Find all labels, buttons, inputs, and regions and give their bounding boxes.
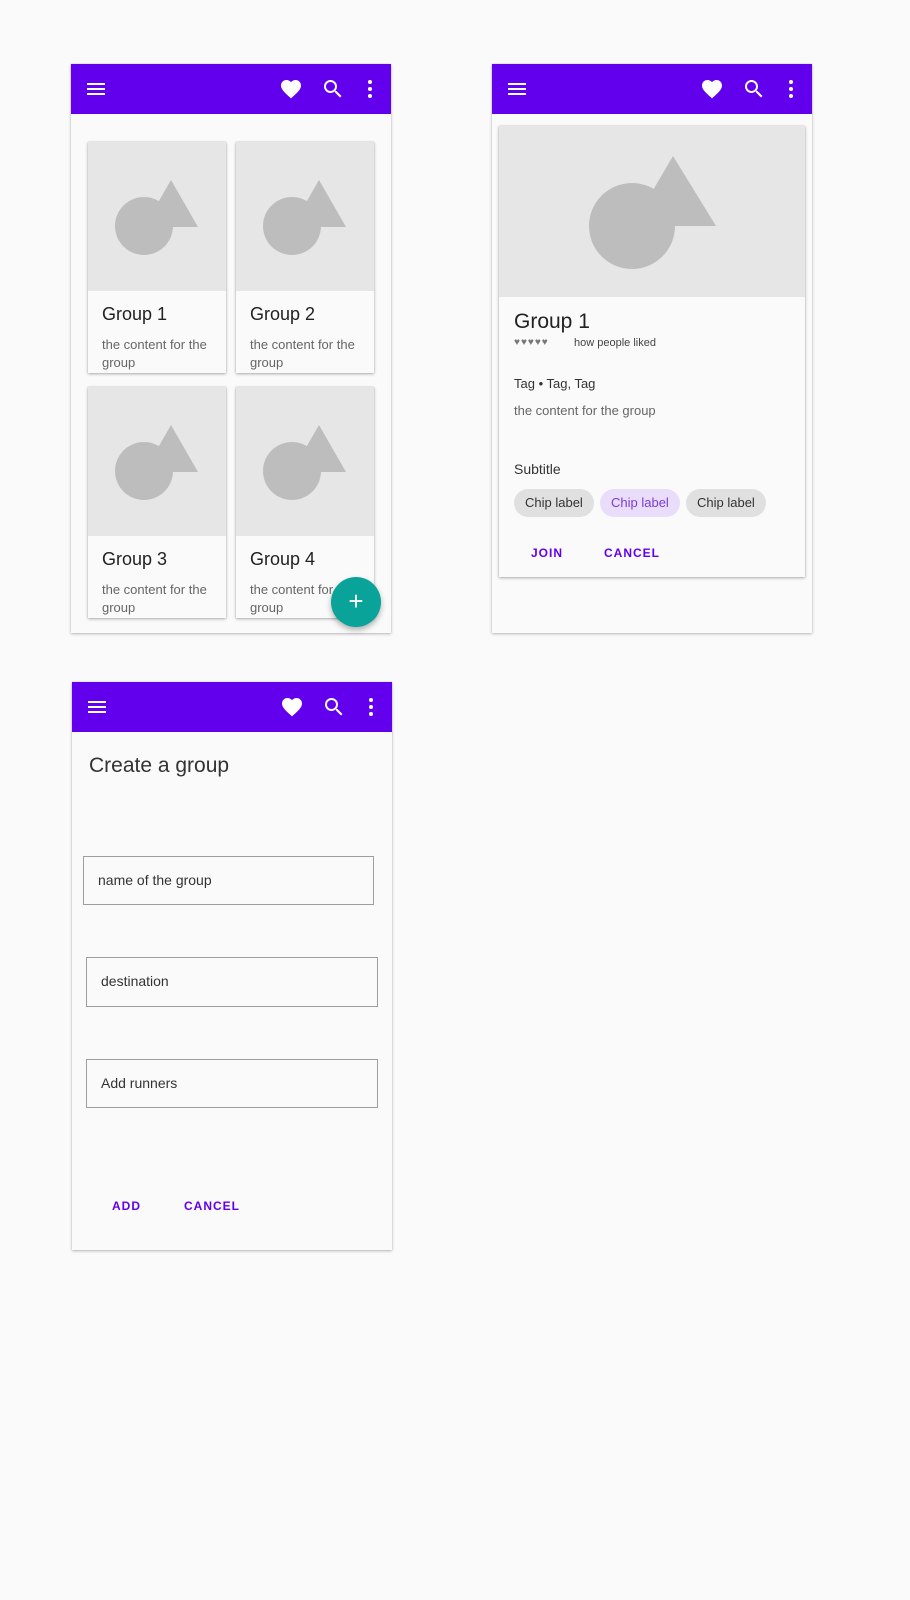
image-placeholder — [88, 387, 226, 536]
add-runners-field[interactable]: Add runners — [86, 1059, 378, 1108]
top-app-bar — [71, 64, 391, 114]
image-placeholder — [88, 142, 226, 291]
group-detail-screen: Group 1 ♥♥♥♥♥ how people liked Tag • Tag… — [492, 64, 812, 633]
group-card[interactable]: Group 2 the content for the group — [236, 142, 374, 373]
group-card[interactable]: Group 1 the content for the group — [88, 142, 226, 373]
page-title: Create a group — [89, 754, 230, 777]
image-placeholder — [499, 126, 805, 297]
heart-rating-icons: ♥♥♥♥♥ — [514, 337, 549, 348]
more-vert-icon[interactable] — [358, 77, 382, 101]
card-title: Group 4 — [250, 549, 316, 569]
search-icon[interactable] — [321, 77, 345, 101]
detail-body: the content for the group — [514, 403, 656, 418]
group-name-field[interactable]: name of the group — [83, 856, 374, 905]
search-icon[interactable] — [322, 695, 346, 719]
menu-icon[interactable] — [85, 695, 109, 719]
group-name-value: name of the group — [98, 872, 212, 888]
subtitle: Subtitle — [514, 461, 561, 477]
add-button[interactable]: ADD — [112, 1199, 141, 1213]
rating-caption: how people liked — [574, 337, 656, 349]
card-body: the content for the group — [102, 337, 207, 370]
heart-icon[interactable] — [700, 77, 724, 101]
chip-selected[interactable]: Chip label — [600, 489, 680, 517]
add-group-fab[interactable]: + — [331, 577, 381, 627]
heart-icon[interactable] — [279, 77, 303, 101]
card-title: Group 3 — [102, 549, 168, 569]
card-body: the content for the group — [250, 337, 355, 370]
rating: ♥♥♥♥♥ — [514, 338, 549, 348]
add-runners-value: Add runners — [101, 1075, 178, 1091]
chip[interactable]: Chip label — [514, 489, 594, 517]
cancel-button[interactable]: CANCEL — [604, 546, 660, 560]
top-app-bar — [72, 682, 392, 732]
more-vert-icon[interactable] — [359, 695, 383, 719]
top-app-bar — [492, 64, 812, 114]
card-body: the content for the group — [102, 582, 207, 615]
chip[interactable]: Chip label — [686, 489, 766, 517]
destination-value: destination — [101, 973, 169, 989]
more-vert-icon[interactable] — [779, 77, 803, 101]
card-title: Group 2 — [250, 304, 316, 324]
group-card[interactable]: Group 3 the content for the group — [88, 387, 226, 618]
image-placeholder — [236, 142, 374, 291]
menu-icon[interactable] — [505, 77, 529, 101]
detail-title: Group 1 — [514, 310, 590, 333]
search-icon[interactable] — [742, 77, 766, 101]
join-button[interactable]: JOIN — [531, 546, 563, 560]
groups-screen: Group 1 the content for the group Group … — [71, 64, 391, 633]
menu-icon[interactable] — [84, 77, 108, 101]
destination-field[interactable]: destination — [86, 957, 378, 1007]
cancel-button[interactable]: CANCEL — [184, 1199, 240, 1213]
card-title: Group 1 — [102, 304, 168, 324]
heart-icon[interactable] — [280, 695, 304, 719]
add-icon: + — [348, 586, 364, 616]
image-placeholder — [236, 387, 374, 536]
tags: Tag • Tag, Tag — [514, 376, 596, 391]
create-group-screen: Create a group name of the group destina… — [72, 682, 392, 1250]
group-detail-card: Group 1 ♥♥♥♥♥ how people liked Tag • Tag… — [499, 126, 805, 577]
